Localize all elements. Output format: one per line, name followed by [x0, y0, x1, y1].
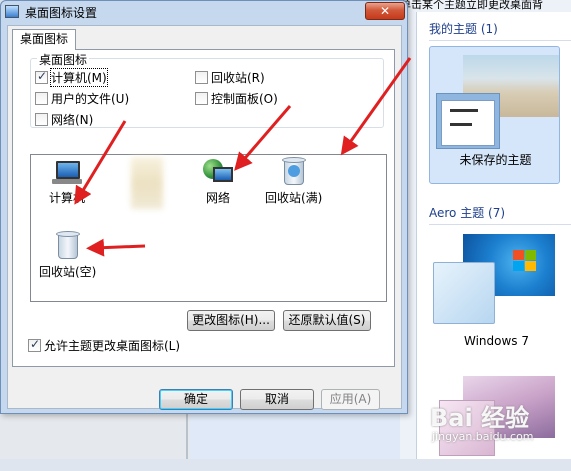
recycle-bin-full-icon: [281, 157, 306, 185]
apply-button[interactable]: 应用(A): [321, 389, 380, 410]
theme-list-pane: 我的主题 (1) 未保存的主题 Aero 主题 (7) Windows 7: [416, 12, 571, 459]
windows7-theme-label: Windows 7: [463, 334, 529, 348]
checkbox-label: 计算机(M): [50, 68, 108, 87]
aero-themes-heading: Aero 主题 (7): [429, 206, 506, 220]
desktop-background: [0, 414, 400, 459]
checkbox-unchecked-icon: [195, 92, 208, 105]
window-preview-icon: [433, 262, 495, 324]
ok-button[interactable]: 确定: [159, 389, 233, 410]
checkbox-label: 回收站(R): [211, 71, 265, 85]
personalization-window: 单击某个主题立即更改桌面背 我的主题 (1) 未保存的主题 Aero 主题 (7…: [400, 0, 571, 459]
icon-computer[interactable]: 计算机: [49, 161, 85, 206]
close-button[interactable]: ✕: [365, 2, 405, 20]
dialog-title: 桌面图标设置: [25, 6, 98, 20]
checkbox-unchecked-icon: [35, 113, 48, 126]
icon-network[interactable]: 网络: [203, 159, 233, 206]
my-themes-heading: 我的主题 (1): [429, 22, 498, 36]
section-divider: [429, 224, 571, 225]
checkbox-unchecked-icon: [35, 92, 48, 105]
unsaved-theme-label: 未保存的主题: [459, 153, 532, 167]
watermark-brand: Bai 经验: [430, 404, 530, 432]
theme-instruction-text: 单击某个主题立即更改桌面背: [400, 0, 543, 10]
title-bar[interactable]: 桌面图标设置 ✕: [1, 1, 407, 23]
recycle-bin-checkbox[interactable]: 回收站(R): [195, 69, 265, 86]
checkbox-label: 网络(N): [51, 113, 94, 127]
icon-recycle-bin-empty[interactable]: 回收站(空): [39, 231, 96, 280]
windows-logo-icon: [513, 250, 537, 272]
checkbox-label: 用户的文件(U): [51, 92, 130, 106]
dialog-body: 桌面图标 桌面图标 计算机(M) 用户的文件(U) 网络(N) 回: [7, 25, 402, 410]
tab-desktop-icons[interactable]: 桌面图标: [12, 29, 76, 50]
icon-recycle-bin-full[interactable]: 回收站(满): [265, 157, 322, 206]
checkbox-unchecked-icon: [195, 71, 208, 84]
unsaved-theme-thumbnail[interactable]: 未保存的主题: [429, 46, 560, 184]
desktop-icon-settings-dialog: 桌面图标设置 ✕ 桌面图标 桌面图标 计算机(M) 用户的文件(U) 网络(N): [0, 0, 408, 414]
blurred-icon: [131, 157, 163, 209]
checkbox-checked-icon: [35, 69, 48, 84]
checkbox-label: 控制面板(O): [211, 92, 278, 106]
icon-label: 回收站(满): [265, 191, 323, 205]
watermark-url: jingyan.baidu.com: [432, 430, 534, 443]
windows7-theme-thumbnail[interactable]: [433, 234, 560, 328]
group-title: 桌面图标: [37, 51, 90, 68]
computer-icon: [52, 161, 82, 185]
monitor-icon: [5, 5, 19, 18]
baidu-watermark: Bai 经验 jingyan.baidu.com: [430, 398, 554, 450]
desktop-icons-group: 桌面图标 计算机(M) 用户的文件(U) 网络(N) 回收站(R): [30, 51, 384, 128]
window-preview-icon: [436, 93, 500, 149]
icon-label: 计算机: [49, 191, 86, 205]
change-icon-button[interactable]: 更改图标(H)...: [187, 310, 275, 331]
control-panel-checkbox[interactable]: 控制面板(O): [195, 90, 278, 107]
computer-checkbox[interactable]: 计算机(M): [35, 68, 108, 87]
icon-label: 回收站(空): [39, 265, 97, 279]
recycle-bin-empty-icon: [55, 231, 80, 259]
network-icon: [203, 159, 233, 185]
network-checkbox[interactable]: 网络(N): [35, 111, 93, 128]
section-divider: [429, 40, 571, 41]
user-files-checkbox[interactable]: 用户的文件(U): [35, 90, 129, 107]
icon-label: 网络: [205, 191, 230, 205]
icon-list[interactable]: 计算机 网络 回收站(满) 回收站(空): [30, 154, 387, 302]
cancel-button[interactable]: 取消: [240, 389, 314, 410]
checkbox-checked-icon: [28, 337, 41, 352]
checkbox-label: 允许主题更改桌面图标(L): [44, 339, 181, 353]
tab-panel: 桌面图标 计算机(M) 用户的文件(U) 网络(N) 回收站(R): [12, 49, 395, 367]
restore-default-button[interactable]: 还原默认值(S): [283, 310, 371, 331]
allow-theme-change-checkbox[interactable]: 允许主题更改桌面图标(L): [28, 337, 180, 354]
